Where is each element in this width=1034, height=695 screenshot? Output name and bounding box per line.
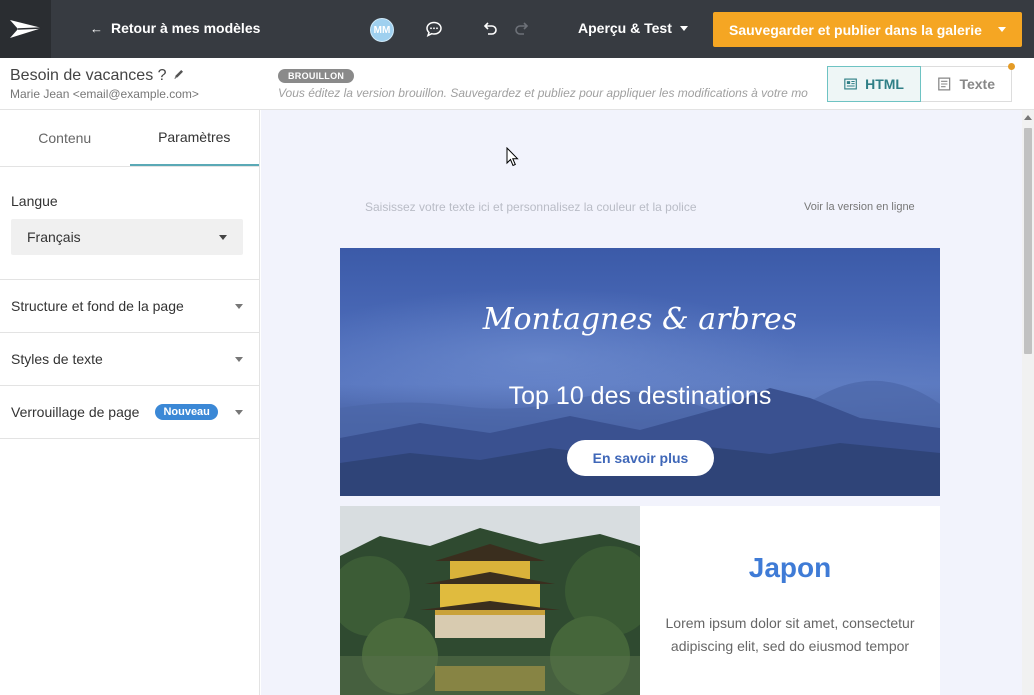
undo-icon[interactable] bbox=[479, 18, 501, 40]
paper-plane-logo-icon bbox=[9, 20, 42, 38]
redo-icon[interactable] bbox=[511, 18, 533, 40]
arrow-left-icon: ← bbox=[90, 20, 103, 36]
text-view-label: Texte bbox=[959, 76, 995, 92]
preview-label: Aperçu & Test bbox=[578, 20, 672, 36]
view-online-link[interactable]: Voir la version en ligne bbox=[804, 201, 915, 213]
chevron-down-icon bbox=[679, 25, 688, 31]
new-badge: Nouveau bbox=[155, 404, 218, 420]
draft-notice: Vous éditez la version brouillon. Sauveg… bbox=[278, 86, 808, 100]
section-label: Structure et fond de la page bbox=[11, 298, 184, 314]
publish-label: Sauvegarder et publier dans la galerie bbox=[729, 21, 982, 38]
learn-more-button[interactable]: En savoir plus bbox=[567, 440, 714, 476]
email-preview-canvas[interactable]: Saisissez votre texte ici et personnalis… bbox=[261, 110, 1022, 695]
back-link-label: Retour à mes modèles bbox=[111, 20, 261, 36]
html-layout-icon bbox=[844, 78, 857, 90]
app-logo[interactable] bbox=[0, 0, 51, 58]
scrollbar-thumb[interactable] bbox=[1024, 128, 1032, 354]
tab-contenu[interactable]: Contenu bbox=[0, 110, 130, 166]
language-selected-value: Français bbox=[27, 229, 81, 245]
section-text-styles[interactable]: Styles de texte bbox=[0, 333, 259, 386]
document-header: Besoin de vacances ? Marie Jean <email@e… bbox=[0, 58, 1034, 110]
section-label: Styles de texte bbox=[11, 351, 103, 367]
section-label: Verrouillage de page bbox=[11, 404, 140, 420]
chevron-down-icon bbox=[235, 303, 243, 309]
html-view-button[interactable]: HTML bbox=[827, 66, 921, 102]
preview-test-button[interactable]: Aperçu & Test bbox=[578, 20, 688, 36]
mouse-cursor-icon bbox=[506, 146, 519, 172]
pencil-icon[interactable] bbox=[173, 67, 185, 85]
html-view-label: HTML bbox=[865, 76, 904, 92]
tab-parametres[interactable]: Paramètres bbox=[129, 110, 259, 166]
card-heading: Japon bbox=[748, 552, 832, 583]
hero-banner[interactable]: Montagnes & arbres Top 10 des destinatio… bbox=[340, 248, 940, 496]
card-body-text: Lorem ipsum dolor sit amet, consectetur … bbox=[665, 615, 915, 654]
hero-subtitle: Top 10 des destinations bbox=[508, 382, 772, 410]
section-label-group: Verrouillage de page Nouveau bbox=[11, 404, 218, 420]
text-document-icon bbox=[938, 77, 951, 91]
avatar[interactable]: MM bbox=[370, 18, 394, 42]
publish-button[interactable]: Sauvegarder et publier dans la galerie bbox=[713, 12, 1022, 47]
publish-dropdown-chevron-icon[interactable] bbox=[982, 12, 1022, 47]
view-mode-toggle: HTML Texte bbox=[827, 66, 1012, 102]
japan-temple-image bbox=[340, 506, 640, 695]
top-toolbar: ← Retour à mes modèles MM Aperçu & Test … bbox=[0, 0, 1034, 58]
chevron-down-icon bbox=[219, 234, 227, 240]
chevron-down-icon bbox=[235, 356, 243, 362]
destination-card[interactable]: Japon Lorem ipsum dolor sit amet, consec… bbox=[340, 506, 940, 695]
language-label: Langue bbox=[11, 193, 58, 209]
hero-title: Montagnes & arbres bbox=[482, 302, 798, 337]
comment-icon[interactable] bbox=[423, 18, 445, 40]
settings-sidebar: Contenu Paramètres Langue Français Struc… bbox=[0, 110, 260, 695]
status-badge: BROUILLON bbox=[278, 69, 355, 83]
chevron-down-icon bbox=[235, 409, 243, 415]
document-sender: Marie Jean <email@example.com> bbox=[10, 87, 199, 101]
canvas-scrollbar[interactable] bbox=[1022, 110, 1034, 695]
unsaved-indicator-dot bbox=[1008, 63, 1015, 70]
language-select[interactable]: Français bbox=[11, 219, 243, 255]
preheader-text[interactable]: Saisissez votre texte ici et personnalis… bbox=[365, 200, 697, 214]
scroll-up-arrow-icon[interactable] bbox=[1024, 115, 1032, 120]
document-title[interactable]: Besoin de vacances ? bbox=[10, 67, 185, 85]
section-page-structure[interactable]: Structure et fond de la page bbox=[0, 280, 259, 333]
language-section: Langue Français bbox=[0, 167, 259, 280]
text-view-button[interactable]: Texte bbox=[921, 66, 1012, 102]
section-page-lock[interactable]: Verrouillage de page Nouveau bbox=[0, 386, 259, 439]
document-title-text: Besoin de vacances ? bbox=[10, 67, 167, 84]
sidebar-tabs: Contenu Paramètres bbox=[0, 110, 259, 167]
back-to-templates-link[interactable]: ← Retour à mes modèles bbox=[90, 20, 260, 36]
